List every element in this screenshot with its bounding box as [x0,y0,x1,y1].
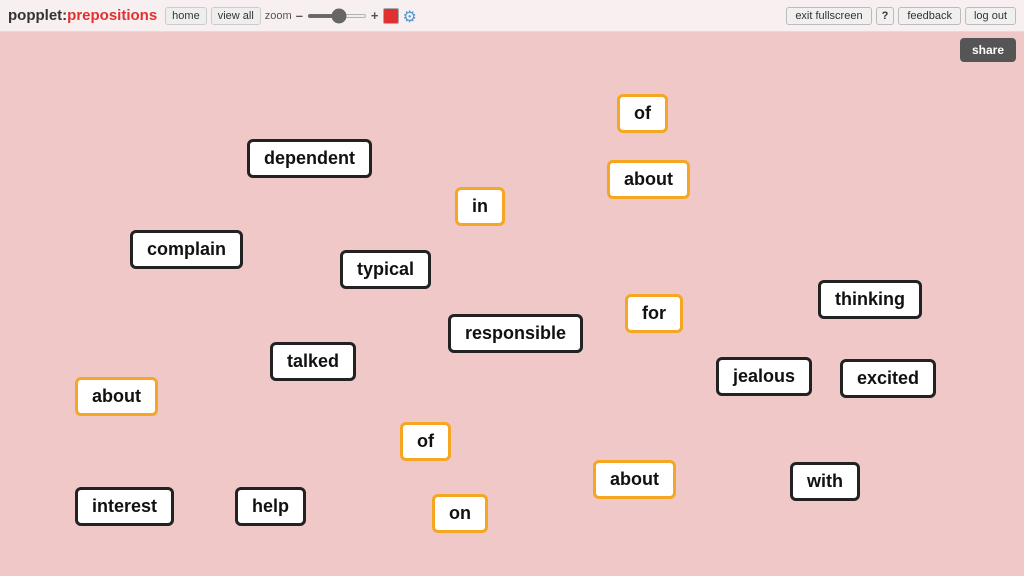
gear-icon[interactable]: ⚙ [403,7,421,25]
home-button[interactable]: home [165,7,207,25]
share-button[interactable]: share [960,38,1016,62]
canvas-area: dependent in of about complain typical for thin… [0,32,1024,576]
word-card-of-top[interactable]: of [617,94,668,133]
zoom-minus-button[interactable]: – [296,8,303,23]
top-right-controls: exit fullscreen ? feedback log out [786,0,1024,32]
word-card-about-top[interactable]: about [607,160,690,199]
word-card-interest[interactable]: interest [75,487,174,526]
word-card-help[interactable]: help [235,487,306,526]
word-card-of-mid[interactable]: of [400,422,451,461]
word-card-on[interactable]: on [432,494,488,533]
title-main: popplet: [8,7,67,24]
app-title: popplet:prepositions [8,7,157,24]
word-card-typical[interactable]: typical [340,250,431,289]
word-card-excited[interactable]: excited [840,359,936,398]
view-all-button[interactable]: view all [211,7,261,25]
color-swatch[interactable] [383,8,399,24]
exit-fullscreen-button[interactable]: exit fullscreen [786,7,871,25]
word-card-about-mid[interactable]: about [593,460,676,499]
word-card-thinking[interactable]: thinking [818,280,922,319]
word-card-jealous[interactable]: jealous [716,357,812,396]
help-button[interactable]: ? [876,7,895,25]
log-out-button[interactable]: log out [965,7,1016,25]
zoom-label: zoom [265,10,292,22]
zoom-slider[interactable] [307,14,367,18]
word-card-complain[interactable]: complain [130,230,243,269]
word-card-with[interactable]: with [790,462,860,501]
word-card-for[interactable]: for [625,294,683,333]
word-card-in[interactable]: in [455,187,505,226]
feedback-button[interactable]: feedback [898,7,961,25]
toolbar: home view all zoom – + ⚙ [165,7,420,25]
zoom-control: zoom – + [265,8,379,23]
word-card-dependent[interactable]: dependent [247,139,372,178]
word-card-responsible[interactable]: responsible [448,314,583,353]
title-accent: prepositions [67,7,157,24]
word-card-talked[interactable]: talked [270,342,356,381]
zoom-plus-button[interactable]: + [371,8,379,23]
word-card-about-left[interactable]: about [75,377,158,416]
